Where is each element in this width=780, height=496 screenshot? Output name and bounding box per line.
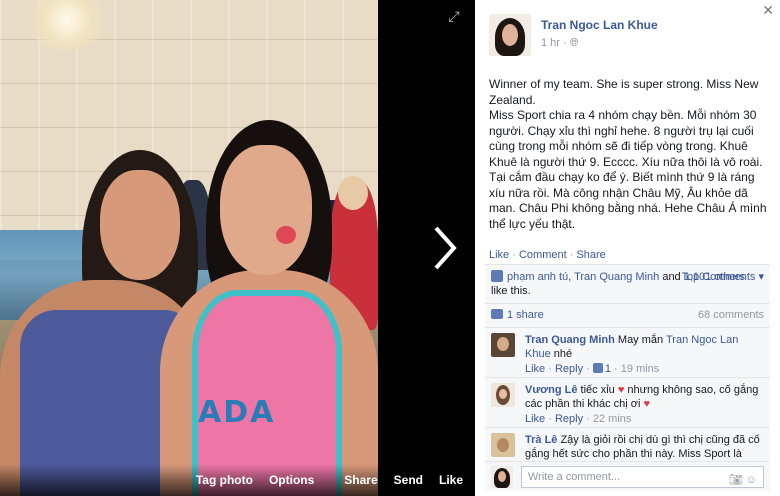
post-timestamp: 1 hr · 🌐︎ <box>541 37 658 50</box>
comment-link[interactable]: Comment <box>519 249 567 261</box>
likes-suffix: like this. <box>491 285 531 297</box>
photo-bg-person <box>338 176 368 210</box>
shares-summary: 1 share 68 comments <box>485 303 770 327</box>
comment-like-link[interactable]: Like <box>525 363 545 375</box>
photo-stage: ADA ⤢ Tag photo Options Share Send Like <box>0 0 475 496</box>
share-post-link[interactable]: Share <box>576 249 605 261</box>
comment-meta: Like · Reply · 1 · 19 mins <box>525 363 660 375</box>
camera-icon[interactable]: 📷︎ <box>729 474 743 486</box>
comments-count: 68 comments <box>697 309 764 321</box>
likers-names[interactable]: phạm anh tú, Tran Quang Minh <box>507 271 659 283</box>
photo-left-face <box>100 170 180 280</box>
comment-body: Vương Lê tiếc xỉu ♥ nhưng không sao, cố … <box>525 383 760 425</box>
comment-reply-link[interactable]: Reply <box>555 413 583 425</box>
thumbs-up-icon <box>592 363 603 373</box>
post-author: Tran Ngoc Lan Khue 1 hr · 🌐︎ <box>489 14 658 56</box>
comment-text: tiếc xỉu <box>577 384 618 396</box>
top-comments-dropdown[interactable]: Top Comments ▾ <box>681 270 764 284</box>
comment-input[interactable]: Write a comment... 📷︎ ☺ <box>521 465 764 490</box>
comment-meta: Like · Reply · 22 mins <box>525 413 632 425</box>
separator: · <box>509 249 519 261</box>
avatar[interactable] <box>489 14 531 56</box>
feedback-box: phạm anh tú, Tran Quang Minh and 1,101 o… <box>485 264 770 463</box>
comment: Trà Lê Zậy là giỏi rồi chị dù gì thì chị… <box>485 427 770 463</box>
comment-text: May mắn <box>614 334 666 346</box>
likes-and: and <box>659 271 684 283</box>
close-icon[interactable]: ✕ <box>762 2 774 19</box>
comment-body: Trà Lê Zậy là giỏi rồi chị dù gì thì chị… <box>525 433 760 460</box>
comment-input-placeholder: Write a comment... <box>528 470 621 483</box>
author-name[interactable]: Tran Ngoc Lan Khue <box>541 18 658 32</box>
share-count[interactable]: 1 share <box>507 309 544 321</box>
send-button[interactable]: Send <box>394 473 423 487</box>
chevron-right-icon <box>434 226 457 270</box>
like-post-link[interactable]: Like <box>489 249 509 261</box>
avatar[interactable] <box>491 333 515 357</box>
comment-author[interactable]: Trà Lê <box>525 434 557 446</box>
globe-icon: 🌐︎ <box>569 37 579 49</box>
photo-face-heart <box>276 226 296 244</box>
separator: · <box>566 249 577 261</box>
emoji-icon[interactable]: ☺ <box>746 474 757 486</box>
avatar[interactable] <box>491 383 515 407</box>
options-button[interactable]: Options <box>269 473 314 487</box>
photo-action-bar: Tag photo Options Share Send Like <box>0 464 475 496</box>
share-photo-button[interactable]: Share <box>344 473 377 487</box>
comment-text: Zậy là giỏi rồi chị dù gì thì chị cũng đ… <box>525 434 760 460</box>
thumbs-up-icon <box>491 270 503 282</box>
comment-like-link[interactable]: Like <box>525 413 545 425</box>
expand-icon[interactable]: ⤢ <box>446 8 462 24</box>
comment: Vương Lê tiếc xỉu ♥ nhưng không sao, cố … <box>485 377 770 427</box>
post-actions: Like · Comment · Share <box>489 249 606 261</box>
comment-like-count[interactable]: 1 <box>605 363 611 375</box>
likes-summary: phạm anh tú, Tran Quang Minh and 1,101 o… <box>485 265 770 303</box>
like-photo-button[interactable]: Like <box>439 473 463 487</box>
comment-author[interactable]: Vương Lê <box>525 384 577 396</box>
next-photo-button[interactable] <box>428 222 462 274</box>
tag-photo-button[interactable]: Tag photo <box>196 473 253 487</box>
comment-time[interactable]: 19 mins <box>621 363 660 375</box>
post-time[interactable]: 1 hr · <box>541 37 570 49</box>
post-text: Winner of my team. She is super strong. … <box>489 77 767 231</box>
photo-top-print: ADA <box>198 395 276 430</box>
photo-right-face <box>220 145 312 275</box>
avatar[interactable] <box>491 433 515 457</box>
share-icon <box>491 309 503 319</box>
comment-time[interactable]: 22 mins <box>593 413 632 425</box>
comment-author[interactable]: Tran Quang Minh <box>525 334 615 346</box>
heart-icon: ♥ <box>643 398 651 410</box>
avatar <box>491 465 513 488</box>
author-meta: Tran Ngoc Lan Khue 1 hr · 🌐︎ <box>541 14 658 56</box>
post-panel: ✕ Tran Ngoc Lan Khue 1 hr · 🌐︎ Winner of… <box>475 0 780 496</box>
comment-composer: Write a comment... 📷︎ ☺ <box>485 461 770 491</box>
comment: Tran Quang Minh May mắn Tran Ngoc Lan Kh… <box>485 327 770 377</box>
comment-reply-link[interactable]: Reply <box>555 363 583 375</box>
comment-text: nhé <box>550 348 573 360</box>
photo[interactable]: ADA <box>0 0 378 496</box>
composer-icons: 📷︎ ☺ <box>729 470 757 490</box>
comment-body: Tran Quang Minh May mắn Tran Ngoc Lan Kh… <box>525 333 760 375</box>
